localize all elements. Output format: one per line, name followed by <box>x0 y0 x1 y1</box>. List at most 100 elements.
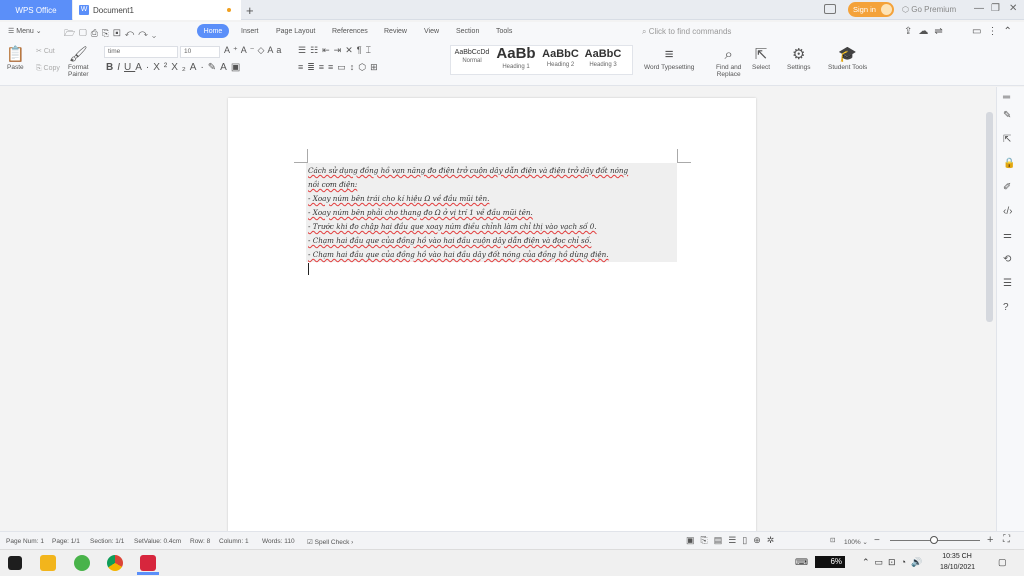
clock[interactable]: 10:35 CH 18/10/2021 <box>940 551 976 573</box>
lock-icon[interactable]: 🔒 <box>1003 158 1015 169</box>
pen-icon[interactable]: ✎ <box>1003 110 1011 121</box>
zoom-out-icon[interactable]: − <box>874 535 880 546</box>
column-status[interactable]: Column: 1 <box>219 538 249 545</box>
document-tab[interactable]: W Document1 <box>73 0 241 20</box>
sign-in-button[interactable]: Sign in <box>848 2 894 17</box>
font-name-value: time <box>108 48 121 55</box>
tab-insert[interactable]: Insert <box>241 28 259 35</box>
history-icon[interactable]: ⟲ <box>1003 254 1011 265</box>
document-line[interactable]: - Xoay núm bên phải cho thang đo Ω ở vị … <box>308 208 533 217</box>
style-heading-3[interactable]: AaBbC Heading 3 <box>583 48 623 68</box>
word-typesetting-button[interactable]: ≡ Word Typesetting <box>644 46 694 71</box>
words-status[interactable]: Words: 110 <box>262 538 295 545</box>
copy-button[interactable]: ⎘ Copy <box>36 65 60 73</box>
zoom-in-icon[interactable]: + <box>987 534 993 546</box>
spell-check-icon: ☑ <box>307 539 313 546</box>
student-tools-button[interactable]: 🎓 Student Tools <box>828 46 867 71</box>
tab-references[interactable]: References <box>332 28 368 35</box>
paragraph-tools-row2[interactable]: ≡≣≡≡▭↕⬡⊞ <box>298 62 382 73</box>
help-icon[interactable]: ? <box>1003 302 1009 313</box>
style-normal[interactable]: AaBbCcDd Normal <box>452 49 492 64</box>
more-options-icon[interactable]: ▭⋮⌃ <box>972 26 1018 37</box>
vertical-scrollbar[interactable] <box>986 112 993 322</box>
code-icon[interactable]: ‹/› <box>1003 206 1012 217</box>
document-line[interactable]: - Chạm hai đầu que của đồng hồ vào hai đ… <box>308 250 609 259</box>
fullscreen-icon[interactable]: ⛶ <box>1003 534 1010 545</box>
tab-review[interactable]: Review <box>384 28 407 35</box>
view-mode-icons[interactable]: ▣⎘▤☰▯⊕✲ <box>686 535 780 546</box>
paragraph-tools-row1[interactable]: ☰☷⇤⇥✕¶⌶ <box>298 45 375 56</box>
layout-icon[interactable] <box>824 4 836 14</box>
edit-icon[interactable]: ✐ <box>1003 182 1011 193</box>
document-tab-label: Document1 <box>93 5 134 15</box>
zoom-value: 100% <box>844 539 861 546</box>
file-explorer-icon[interactable] <box>40 555 56 571</box>
app-icon-green[interactable] <box>74 555 90 571</box>
find-commands-placeholder: Click to find commands <box>648 27 732 36</box>
font-tools-row1[interactable]: A⁺A⁻◇Aa <box>224 45 284 56</box>
spell-check-label: Spell Check <box>314 539 350 546</box>
fit-page-icon[interactable]: ⊡ <box>830 536 835 544</box>
spell-check-button[interactable]: ☑ Spell Check › <box>307 538 353 546</box>
restore-icon[interactable]: ❐ <box>991 3 1000 14</box>
format-tools-row[interactable]: BIUA·X²X₂A·✎A▣ <box>106 62 244 73</box>
tab-page-layout[interactable]: Page Layout <box>276 28 315 35</box>
list-icon[interactable]: ☰ <box>1003 278 1012 289</box>
document-line[interactable]: - Chạm hai đầu que của đồng hồ vào hai đ… <box>308 236 591 245</box>
font-size-select[interactable]: 10 <box>180 46 220 58</box>
tab-section[interactable]: Section <box>456 28 479 35</box>
app-tab[interactable]: WPS Office <box>0 0 72 20</box>
style-heading-1[interactable]: AaBb Heading 1 <box>494 45 538 70</box>
find-replace-button[interactable]: ⌕ Find and Replace <box>716 46 741 78</box>
chrome-icon[interactable] <box>107 555 123 571</box>
style-heading-3-preview: AaBbC <box>584 48 622 60</box>
select-button[interactable]: ⇱ Select <box>752 46 770 71</box>
font-name-select[interactable]: time <box>104 46 178 58</box>
adjust-icon[interactable]: ⚌ <box>1003 230 1012 241</box>
tab-home[interactable]: Home <box>197 24 229 38</box>
collapse-sidebar-icon[interactable]: ═ <box>1003 92 1010 103</box>
battery-indicator[interactable]: 6% <box>815 556 845 568</box>
close-icon[interactable]: ✕ <box>1009 3 1017 14</box>
word-typesetting-label: Word Typesetting <box>644 64 695 71</box>
document-line[interactable]: Cách sử dụng đồng hồ vạn năng đo điện tr… <box>308 166 628 175</box>
system-tray-icons[interactable]: ⌃▭⊡◔🔊 <box>862 557 927 568</box>
select-label: Select <box>752 64 771 71</box>
text-caret <box>308 263 309 275</box>
tab-tools[interactable]: Tools <box>496 28 512 35</box>
tab-view[interactable]: View <box>424 28 439 35</box>
menu-button[interactable]: ☰ Menu ⌄ <box>8 27 42 35</box>
cut-label: Cut <box>43 48 55 55</box>
zoom-level[interactable]: 100% ⌄ <box>844 538 868 546</box>
page-num-status[interactable]: Page Num: 1 <box>6 538 44 545</box>
minimize-icon[interactable]: — <box>974 3 984 14</box>
windows-start-icon[interactable] <box>8 556 22 570</box>
quick-access-icons[interactable]: 🗁▢⎙⎘▣↶↷⌄ <box>64 26 160 42</box>
find-replace-label-1: Find and <box>716 64 742 71</box>
page-status[interactable]: Page: 1/1 <box>52 538 80 545</box>
student-tools-label: Student Tools <box>828 64 868 71</box>
section-status[interactable]: Section: 1/1 <box>90 538 124 545</box>
cut-button[interactable]: ✂ Cut <box>36 47 55 55</box>
go-premium-button[interactable]: ⬡ Go Premium <box>902 5 956 14</box>
wps-taskbar-icon[interactable] <box>140 555 156 571</box>
settings-button[interactable]: ⚙ Settings <box>787 46 811 71</box>
keyboard-icon[interactable]: ⌨ <box>795 557 808 568</box>
pointer-icon[interactable]: ⇱ <box>1003 134 1011 145</box>
document-line[interactable]: - Trước khi đo chập hai đầu que xoay núm… <box>308 222 597 231</box>
document-line[interactable]: nồi cơm điện: <box>308 180 357 189</box>
notifications-icon[interactable]: ▢ <box>998 557 1007 568</box>
row-status[interactable]: Row: 8 <box>190 538 210 545</box>
paste-label: Paste <box>7 64 24 71</box>
paste-button[interactable]: 📋 Paste <box>6 46 25 71</box>
set-value-status[interactable]: SetValue: 0.4cm <box>134 538 181 545</box>
format-painter-button[interactable]: 🖌 Format Painter <box>68 46 89 78</box>
new-tab-button[interactable]: + <box>246 3 254 18</box>
document-line[interactable]: - Xoay núm bên trái cho kí hiệu Ω về đầu… <box>308 194 489 203</box>
zoom-slider-handle[interactable] <box>930 536 938 544</box>
share-icons[interactable]: ⇪☁⇌ <box>904 26 949 37</box>
find-commands-field[interactable]: ⌕ Click to find commands <box>642 27 731 37</box>
style-heading-2[interactable]: AaBbC Heading 2 <box>539 48 582 68</box>
clock-date: 18/10/2021 <box>940 564 976 571</box>
style-heading-1-preview: AaBb <box>496 45 536 62</box>
